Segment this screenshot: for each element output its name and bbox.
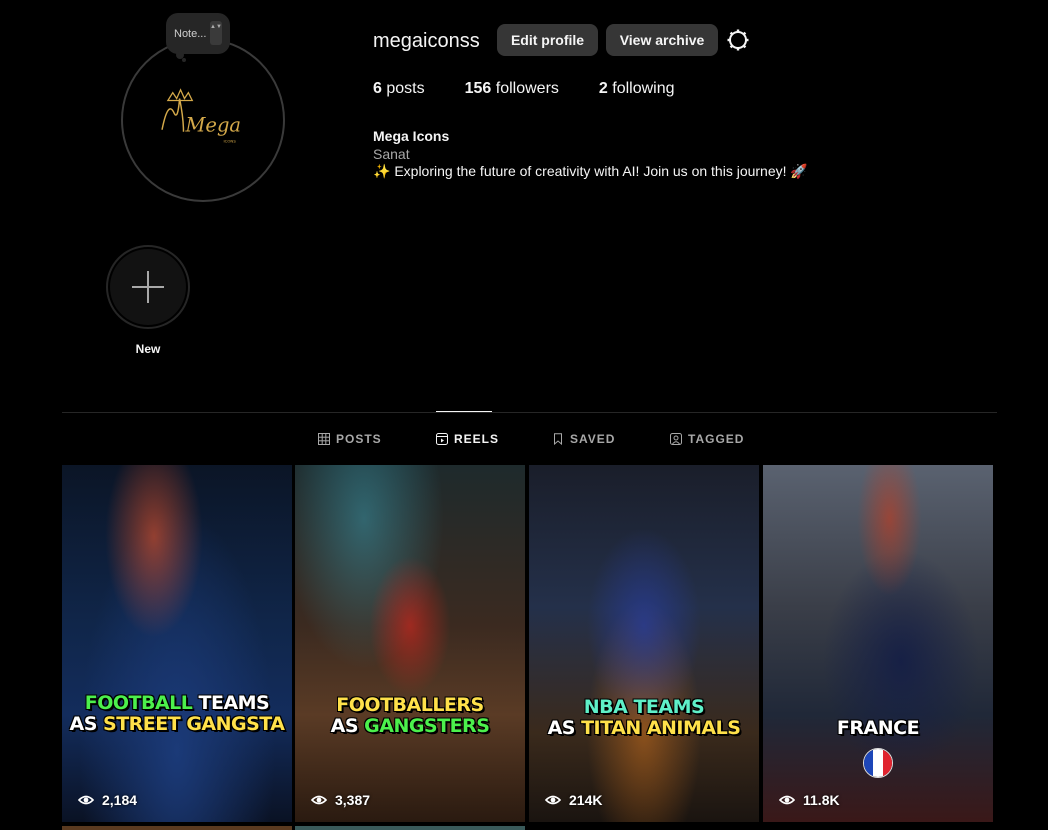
reel-tile[interactable]: FRANCE 11.8K xyxy=(763,465,993,822)
eye-icon xyxy=(311,795,327,805)
grid-icon xyxy=(318,433,330,445)
reel-views: 2,184 xyxy=(78,792,137,808)
edit-profile-button[interactable]: Edit profile xyxy=(497,24,598,56)
tab-reels[interactable]: REELS xyxy=(436,432,499,446)
plus-icon xyxy=(132,271,164,303)
reel-caption: FOOTBALLERS AS GANGSTERS xyxy=(330,694,490,737)
tabs-divider xyxy=(62,412,997,413)
svg-text:ICONS: ICONS xyxy=(223,138,236,143)
profile-stats: 6 posts 156 followers 2 following xyxy=(373,80,715,98)
reel-tile[interactable]: FOOTBALL TEAMS AS STREET GANGSTA 2,184 xyxy=(62,465,292,822)
bookmark-icon xyxy=(554,433,562,445)
note-spinner-icon[interactable]: ▲▼ xyxy=(210,21,222,45)
tab-saved[interactable]: SAVED xyxy=(552,432,615,446)
reel-tile-next-row[interactable] xyxy=(62,826,292,830)
tab-tagged[interactable]: TAGGED xyxy=(670,432,744,446)
reel-views: 3,387 xyxy=(311,792,370,808)
new-highlight-button[interactable] xyxy=(106,245,190,329)
note-bubble[interactable]: Note... ▲▼ xyxy=(166,13,230,54)
following-stat[interactable]: 2 following xyxy=(599,80,675,98)
france-flag-icon xyxy=(863,748,893,778)
category-label: Sanat xyxy=(373,146,410,162)
tag-icon xyxy=(670,433,682,445)
settings-gear-icon[interactable] xyxy=(726,28,750,52)
reels-icon xyxy=(436,433,448,445)
reel-tile-next-row[interactable] xyxy=(295,826,525,830)
reel-caption: NBA TEAMS AS TITAN ANIMALS xyxy=(547,696,741,739)
reel-tile[interactable]: FOOTBALLERS AS GANGSTERS 3,387 xyxy=(295,465,525,822)
eye-icon xyxy=(78,795,94,805)
svg-text:Mega: Mega xyxy=(184,114,241,137)
username: megaiconss xyxy=(373,30,480,52)
reel-caption: FOOTBALL TEAMS AS STREET GANGSTA xyxy=(69,692,286,735)
new-highlight-label: New xyxy=(135,342,161,356)
profile-avatar[interactable]: Mega ICONS xyxy=(121,38,285,202)
note-tail-dot xyxy=(182,58,186,62)
reel-caption: FRANCE xyxy=(836,717,920,739)
eye-icon xyxy=(779,795,795,805)
full-name: Mega Icons xyxy=(373,128,450,144)
reel-views: 11.8K xyxy=(779,792,840,808)
reel-tile[interactable]: NBA TEAMS AS TITAN ANIMALS 214K xyxy=(529,465,759,822)
view-archive-button[interactable]: View archive xyxy=(606,24,718,56)
eye-icon xyxy=(545,795,561,805)
bio-text: ✨ Exploring the future of creativity wit… xyxy=(373,163,808,179)
followers-stat[interactable]: 156 followers xyxy=(465,80,559,98)
mega-icons-logo: Mega ICONS xyxy=(161,88,241,143)
active-tab-indicator xyxy=(436,411,492,412)
tab-posts[interactable]: POSTS xyxy=(318,432,382,446)
posts-stat: 6 posts xyxy=(373,80,425,97)
reel-views: 214K xyxy=(545,792,602,808)
note-text: Note... xyxy=(174,27,207,40)
